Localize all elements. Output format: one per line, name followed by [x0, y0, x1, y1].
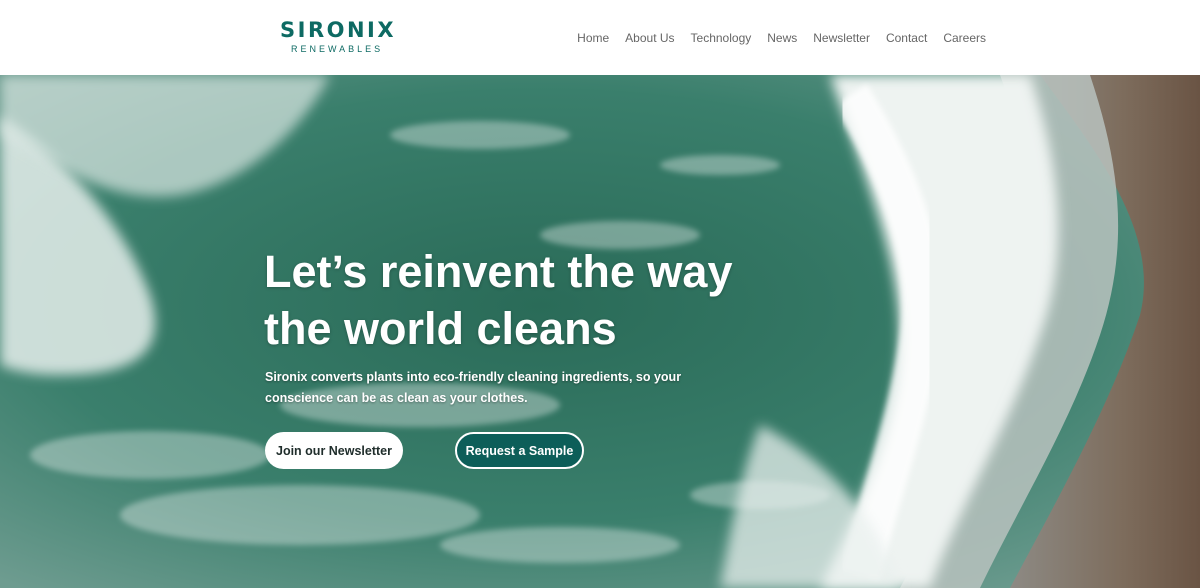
hero-title: Let’s reinvent the way the world cleans [264, 246, 733, 354]
nav-home[interactable]: Home [577, 31, 609, 45]
sironix-logo[interactable]: SIRONIX RENEWABLES [280, 18, 394, 58]
nav-careers[interactable]: Careers [943, 31, 986, 45]
hero-subtitle: Sironix converts plants into eco-friendl… [265, 370, 682, 405]
nav-technology[interactable]: Technology [691, 31, 752, 45]
nav-contact[interactable]: Contact [886, 31, 927, 45]
nav-newsletter[interactable]: Newsletter [813, 31, 870, 45]
join-newsletter-button[interactable]: Join our Newsletter [265, 432, 403, 469]
request-sample-button[interactable]: Request a Sample [455, 432, 584, 469]
nav-about-us[interactable]: About Us [625, 31, 674, 45]
nav-news[interactable]: News [767, 31, 797, 45]
hero-section: Let’s reinvent the way the world cleans … [0, 75, 1200, 588]
site-header: SIRONIX RENEWABLES Home About Us Technol… [0, 0, 1200, 75]
logo-wordmark: SIRONIX [280, 18, 397, 42]
main-nav: Home About Us Technology News Newsletter… [577, 29, 986, 47]
logo-tagline: RENEWABLES [291, 44, 384, 54]
